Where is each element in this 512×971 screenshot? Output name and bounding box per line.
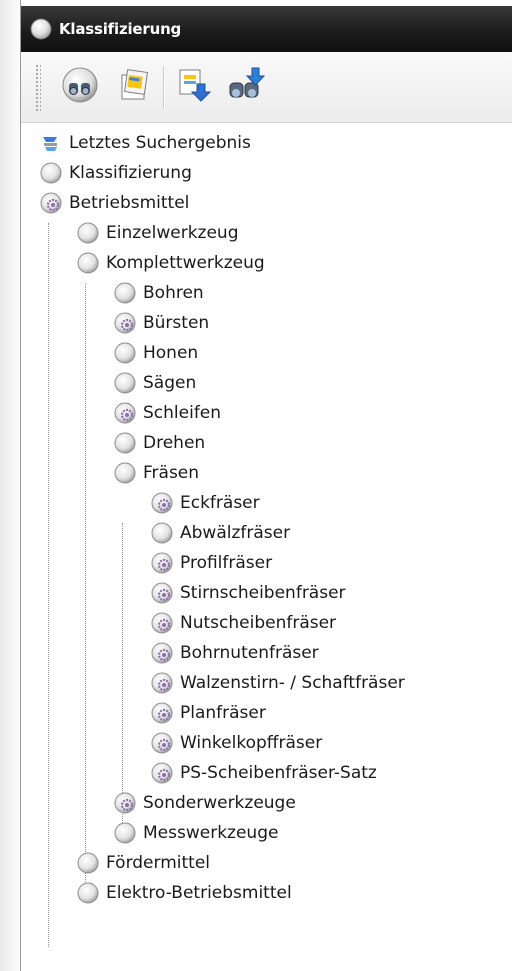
tree-node[interactable]: Profilfräser (150, 548, 272, 578)
tree-node-label: Fördermittel (106, 853, 211, 873)
gear-sphere-icon (39, 191, 63, 215)
export-button[interactable] (173, 66, 215, 108)
tree-node[interactable]: Einzelwerkzeug (76, 218, 239, 248)
folder-sphere-icon (113, 281, 137, 305)
tree-node-label: Winkelkopffräser (180, 733, 323, 753)
tree-node-label: Bohren (143, 283, 204, 303)
gear-sphere-icon (150, 731, 174, 755)
window-title: Klassifizierung (59, 20, 182, 38)
tree-node-label: Honen (143, 343, 199, 363)
folder-sphere-icon (113, 341, 137, 365)
folder-sphere-icon (76, 881, 100, 905)
tree-node[interactable]: Bürsten (113, 308, 209, 338)
search-result-icon (39, 131, 63, 155)
classification-tree: Letztes Suchergebnis Klassifizierung Bet… (21, 122, 512, 971)
gear-sphere-icon (150, 491, 174, 515)
tree-node-label: Stirnscheibenfräser (180, 583, 346, 603)
tree-node[interactable]: Fräsen (113, 458, 199, 488)
tree-node[interactable]: Walzenstirn- / Schaftfräser (150, 668, 405, 698)
tree-node[interactable]: Messwerkzeuge (113, 818, 278, 848)
tree-node[interactable]: Klassifizierung (39, 158, 192, 188)
tree-node-label: Sägen (143, 373, 197, 393)
folder-sphere-icon (113, 461, 137, 485)
folder-sphere-icon (150, 521, 174, 545)
folder-sphere-icon (76, 221, 100, 245)
tree-node-label: Drehen (143, 433, 206, 453)
tree-node[interactable]: Sonderwerkzeuge (113, 788, 296, 818)
tree-line (122, 523, 123, 823)
gear-sphere-icon (150, 551, 174, 575)
tree-node[interactable]: Drehen (113, 428, 205, 458)
tree-node[interactable]: Winkelkopffräser (150, 728, 322, 758)
tree-node-label: Profilfräser (180, 553, 273, 573)
tree-node-label: Nutscheibenfräser (180, 613, 337, 633)
tree-node-label: Eckfräser (180, 493, 260, 513)
tree-node-label: Walzenstirn- / Schaftfräser (180, 673, 405, 693)
tree-node-label: Fräsen (143, 463, 200, 483)
toolbar-grip[interactable] (35, 64, 41, 112)
gear-sphere-icon (150, 701, 174, 725)
tree-node[interactable]: Honen (113, 338, 198, 368)
tree-node[interactable]: Abwälzfräser (150, 518, 290, 548)
tree-node[interactable]: Nutscheibenfräser (150, 608, 336, 638)
notes-button[interactable] (113, 66, 155, 108)
tree-node[interactable]: Sägen (113, 368, 196, 398)
tree-node-label: Betriebsmittel (69, 193, 190, 213)
tree-node[interactable]: Fördermittel (76, 848, 210, 878)
tree-node-label: PS-Scheibenfräser-Satz (180, 763, 377, 783)
gear-sphere-icon (150, 671, 174, 695)
tree-node-label: Planfräser (180, 703, 266, 723)
gear-sphere-icon (113, 311, 137, 335)
tree-node[interactable]: Elektro-Betriebsmittel (76, 878, 292, 908)
tree-node[interactable]: Bohrnutenfräser (150, 638, 319, 668)
gear-sphere-icon (113, 791, 137, 815)
tree-node[interactable]: Komplettwerkzeug (76, 248, 265, 278)
locate-button[interactable] (225, 66, 267, 108)
tree-node-label: Bürsten (143, 313, 210, 333)
folder-sphere-icon (113, 431, 137, 455)
folder-sphere-icon (39, 161, 63, 185)
title-bar[interactable]: Klassifizierung (21, 6, 512, 52)
tree-line (48, 223, 49, 947)
tree-node-label: Sonderwerkzeuge (143, 793, 296, 813)
tree-node[interactable]: PS-Scheibenfräser-Satz (150, 758, 377, 788)
tree-node-label: Komplettwerkzeug (106, 253, 265, 273)
gear-sphere-icon (113, 401, 137, 425)
tree-node[interactable]: Betriebsmittel (39, 188, 189, 218)
binoculars-arrow-icon (226, 65, 266, 109)
gear-sphere-icon (150, 761, 174, 785)
tree-node[interactable]: Planfräser (150, 698, 266, 728)
sphere-icon (29, 17, 53, 41)
tree-node[interactable]: Schleifen (113, 398, 221, 428)
folder-sphere-icon (76, 251, 100, 275)
tree-node-label: Elektro-Betriebsmittel (106, 883, 292, 903)
tree-node[interactable]: Letztes Suchergebnis (39, 128, 251, 158)
tree-node-label: Bohrnutenfräser (180, 643, 319, 663)
classification-window: Klassifizierung Letztes Suchergebnis Kla… (20, 0, 512, 971)
export-down-icon (175, 66, 213, 108)
gear-sphere-icon (150, 611, 174, 635)
tree-node-label: Abwälzfräser (180, 523, 291, 543)
tree-node[interactable]: Bohren (113, 278, 204, 308)
tree-line (85, 283, 86, 886)
folder-sphere-icon (113, 371, 137, 395)
search-button[interactable] (59, 66, 101, 108)
folder-sphere-icon (113, 821, 137, 845)
toolbar (21, 52, 512, 123)
tree-node-label: Letztes Suchergebnis (69, 133, 251, 153)
tree-node[interactable]: Stirnscheibenfräser (150, 578, 346, 608)
gear-sphere-icon (150, 641, 174, 665)
gear-sphere-icon (150, 581, 174, 605)
tree-node-label: Schleifen (143, 403, 222, 423)
tree-node-label: Klassifizierung (69, 163, 192, 183)
tree-node-label: Messwerkzeuge (143, 823, 279, 843)
binoculars-search-icon (60, 65, 100, 109)
tree-node-label: Einzelwerkzeug (106, 223, 239, 243)
tree-node[interactable]: Eckfräser (150, 488, 260, 518)
folder-sphere-icon (76, 851, 100, 875)
toolbar-separator (163, 66, 165, 108)
notes-icon (116, 67, 152, 107)
